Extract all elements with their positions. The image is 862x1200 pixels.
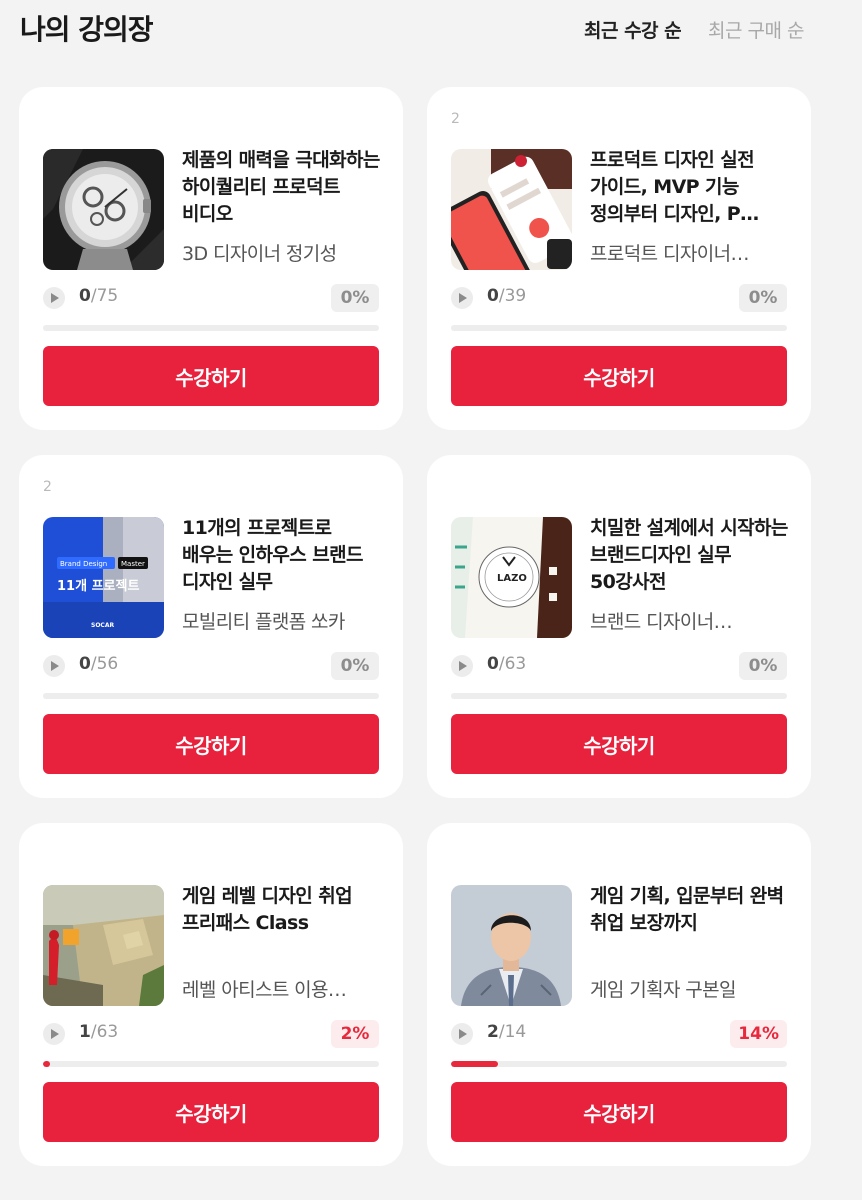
progress-percent-badge: 0% (739, 284, 787, 312)
play-icon (451, 287, 473, 309)
course-card[interactable]: 게임 기획, 입문부터 완벽 취업 보장까지 게임 기획자 구본일 2/14 1… (427, 823, 811, 1166)
play-icon (43, 1023, 65, 1045)
course-card[interactable]: 제품의 매력을 극대화하는 하이퀄리티 프로덕트 비디오 3D 디자이너 정기성… (19, 87, 403, 430)
start-course-button[interactable]: 수강하기 (43, 714, 379, 774)
course-thumbnail[interactable]: Brand Design Master 11개 프로젝트 SOCAR (43, 517, 164, 638)
course-thumbnail[interactable] (43, 885, 164, 1006)
lesson-count: 0/39 (487, 286, 526, 306)
start-course-button[interactable]: 수강하기 (43, 346, 379, 406)
lessons-done: 2 (487, 1022, 499, 1042)
course-title[interactable]: 치밀한 설계에서 시작하는 브랜드디자인 실무 50강사전 (590, 515, 796, 596)
course-card[interactable]: 2 프로덕트 디자인 실전 가이드, MVP 기능 정의부터 디자인, P… 프… (427, 87, 811, 430)
thumb-headline: 11개 프로젝트 (57, 578, 139, 594)
lessons-done: 0 (487, 654, 499, 674)
course-rank: 2 (43, 479, 52, 495)
progress-bar (451, 1061, 787, 1067)
course-title[interactable]: 프로덕트 디자인 실전 가이드, MVP 기능 정의부터 디자인, P… (590, 147, 796, 228)
start-course-button[interactable]: 수강하기 (451, 1082, 787, 1142)
course-card[interactable]: 2 Brand Design Master 11개 프로젝트 SOCAR 11개… (19, 455, 403, 798)
lesson-count: 0/56 (79, 654, 118, 674)
course-title[interactable]: 제품의 매력을 극대화하는 하이퀄리티 프로덕트 비디오 (182, 147, 388, 228)
lesson-count: 0/63 (487, 654, 526, 674)
instructor-name: 레벨 아티스트 이용… (182, 979, 347, 1001)
game-level-thumbnail-image (43, 885, 164, 1006)
instructor-name: 3D 디자이너 정기성 (182, 243, 337, 265)
progress-bar-fill (451, 1061, 499, 1067)
course-title[interactable]: 게임 레벨 디자인 취업 프리패스 Class (182, 883, 388, 937)
play-icon (451, 655, 473, 677)
course-card[interactable]: LAZO 치밀한 설계에서 시작하는 브랜드디자인 실무 50강사전 브랜드 디… (427, 455, 811, 798)
progress-percent-badge: 2% (331, 1020, 379, 1048)
instructor-name: 프로덕트 디자이너… (590, 243, 749, 265)
progress-bar (43, 1061, 379, 1067)
progress-bar (451, 325, 787, 331)
progress-percent-badge: 14% (730, 1020, 787, 1048)
thumb-brand-logo: SOCAR (91, 622, 114, 629)
lessons-total: /63 (498, 654, 527, 674)
lessons-done: 1 (79, 1022, 91, 1042)
lesson-count: 1/63 (79, 1022, 118, 1042)
progress-percent-badge: 0% (331, 652, 379, 680)
lessons-total: /14 (498, 1022, 527, 1042)
thumb-tag-master: Master (121, 560, 145, 568)
lesson-count: 2/14 (487, 1022, 526, 1042)
header: 나의 강의장 최근 수강 순 최근 구매 순 (0, 0, 862, 60)
progress-bar (43, 325, 379, 331)
course-thumbnail[interactable]: LAZO (451, 517, 572, 638)
start-course-button[interactable]: 수강하기 (451, 346, 787, 406)
lesson-count: 0/75 (79, 286, 118, 306)
sort-recent-watched[interactable]: 최근 수강 순 (584, 16, 682, 43)
instructor-portrait-thumbnail-image (451, 885, 572, 1006)
watch-thumbnail-image (43, 149, 164, 270)
course-thumbnail[interactable] (43, 149, 164, 270)
thumb-tag-brand-design: Brand Design (60, 560, 107, 568)
lessons-done: 0 (487, 286, 499, 306)
packaging-thumbnail-image: LAZO (451, 517, 572, 638)
lessons-total: /75 (90, 286, 119, 306)
lessons-done: 0 (79, 286, 91, 306)
thumb-logo-text: LAZO (497, 573, 527, 584)
play-icon (451, 1023, 473, 1045)
course-title[interactable]: 11개의 프로젝트로 배우는 인하우스 브랜드 디자인 실무 (182, 515, 388, 596)
progress-bar (451, 693, 787, 699)
progress-bar (43, 693, 379, 699)
lessons-done: 0 (79, 654, 91, 674)
start-course-button[interactable]: 수강하기 (43, 1082, 379, 1142)
instructor-name: 모빌리티 플랫폼 쏘카 (182, 611, 345, 633)
progress-bar-fill (43, 1061, 50, 1067)
instructor-name: 게임 기획자 구본일 (590, 979, 737, 1001)
sort-recent-purchased[interactable]: 최근 구매 순 (708, 16, 804, 43)
app-screens-thumbnail-image (451, 149, 572, 270)
course-card[interactable]: 게임 레벨 디자인 취업 프리패스 Class 레벨 아티스트 이용… 1/63… (19, 823, 403, 1166)
lessons-total: /56 (90, 654, 119, 674)
progress-percent-badge: 0% (739, 652, 787, 680)
lessons-total: /63 (90, 1022, 119, 1042)
brand-design-thumbnail-image: Brand Design Master 11개 프로젝트 SOCAR (43, 517, 164, 638)
course-thumbnail[interactable] (451, 149, 572, 270)
instructor-name: 브랜드 디자이너… (590, 611, 733, 633)
start-course-button[interactable]: 수강하기 (451, 714, 787, 774)
page-title: 나의 강의장 (20, 13, 154, 46)
course-thumbnail[interactable] (451, 885, 572, 1006)
course-title[interactable]: 게임 기획, 입문부터 완벽 취업 보장까지 (590, 883, 796, 937)
lessons-total: /39 (498, 286, 527, 306)
progress-percent-badge: 0% (331, 284, 379, 312)
play-icon (43, 287, 65, 309)
course-rank: 2 (451, 111, 460, 127)
play-icon (43, 655, 65, 677)
